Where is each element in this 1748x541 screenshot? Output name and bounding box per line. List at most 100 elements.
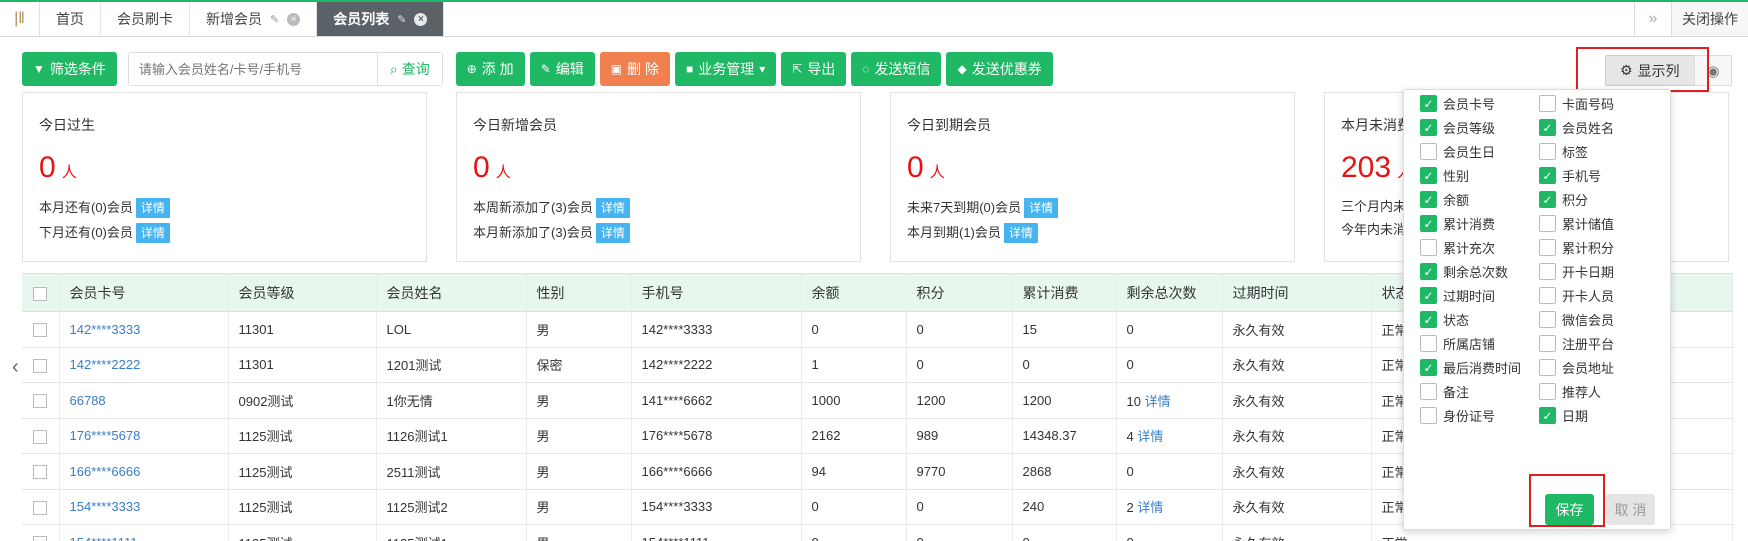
detail-link[interactable]: 详情 — [1137, 429, 1163, 444]
search-input[interactable] — [128, 53, 377, 85]
row-checkbox[interactable] — [22, 382, 60, 419]
column-option[interactable]: ✓ 最后消费时间 — [1420, 358, 1521, 377]
column-header[interactable]: 手机号 — [631, 273, 802, 312]
card-link[interactable]: 66788 — [70, 393, 106, 408]
column-header[interactable]: 剩余总次数 — [1116, 273, 1223, 312]
column-option[interactable]: 累计充次 — [1420, 238, 1495, 257]
send-sms-button[interactable]: ◌ 发送短信 — [851, 52, 942, 86]
column-header[interactable]: 会员姓名 — [376, 273, 527, 312]
menu-toggle-icon[interactable]: |‖ — [0, 2, 40, 36]
delete-button[interactable]: ▣ 删 除 — [599, 52, 670, 86]
checked-checkbox[interactable]: ✓ — [1420, 95, 1437, 112]
unchecked-checkbox[interactable] — [1539, 359, 1556, 376]
row-checkbox[interactable] — [22, 453, 60, 490]
column-option[interactable]: 微信会员 — [1539, 310, 1614, 329]
unchecked-checkbox[interactable] — [1420, 407, 1437, 424]
column-option[interactable]: ✓ 状态 — [1420, 310, 1469, 329]
unchecked-checkbox[interactable] — [1420, 239, 1437, 256]
checked-checkbox[interactable]: ✓ — [1420, 263, 1437, 280]
checked-checkbox[interactable]: ✓ — [1539, 167, 1556, 184]
column-option[interactable]: 标签 — [1539, 142, 1588, 161]
column-header[interactable]: 累计消费 — [1012, 273, 1117, 312]
detail-link[interactable]: 详情 — [1145, 394, 1171, 409]
unchecked-checkbox[interactable] — [1539, 335, 1556, 352]
column-option[interactable]: 累计积分 — [1539, 238, 1614, 257]
column-option[interactable]: 累计储值 — [1539, 214, 1614, 233]
column-header[interactable]: 过期时间 — [1222, 273, 1372, 312]
unchecked-checkbox[interactable] — [1539, 383, 1556, 400]
column-option[interactable]: ✓ 过期时间 — [1420, 286, 1495, 305]
close-operations-button[interactable]: 关闭操作 — [1671, 2, 1748, 36]
column-option[interactable]: ✓ 剩余总次数 — [1420, 262, 1508, 281]
checked-checkbox[interactable]: ✓ — [1539, 407, 1556, 424]
column-option[interactable]: ✓ 积分 — [1539, 190, 1588, 209]
scroll-right-icon[interactable]: » — [1634, 2, 1671, 36]
column-option[interactable]: 身份证号 — [1420, 406, 1495, 425]
column-option[interactable]: 注册平台 — [1539, 334, 1614, 353]
unchecked-checkbox[interactable] — [1539, 311, 1556, 328]
row-checkbox[interactable] — [22, 418, 60, 454]
column-option[interactable]: 开卡人员 — [1539, 286, 1614, 305]
export-button[interactable]: ⇱ 导出 — [781, 52, 847, 86]
unchecked-checkbox[interactable] — [1539, 263, 1556, 280]
column-option[interactable]: 会员地址 — [1539, 358, 1614, 377]
card-link[interactable]: 142****3333 — [70, 322, 141, 337]
column-option[interactable]: 推荐人 — [1539, 382, 1601, 401]
unchecked-checkbox[interactable] — [1420, 335, 1437, 352]
row-checkbox[interactable] — [22, 311, 60, 348]
column-option[interactable]: ✓ 日期 — [1539, 406, 1588, 425]
checked-checkbox[interactable]: ✓ — [1420, 119, 1437, 136]
unchecked-checkbox[interactable] — [1539, 95, 1556, 112]
cancel-button[interactable]: 取 消 — [1606, 494, 1655, 525]
unchecked-checkbox[interactable] — [1420, 383, 1437, 400]
query-button[interactable]: ⌕ 查询 — [376, 53, 442, 85]
column-header[interactable]: 会员卡号 — [59, 273, 229, 312]
pin-icon[interactable]: ✎ — [270, 13, 279, 26]
detail-badge[interactable]: 详情 — [595, 223, 630, 243]
row-checkbox[interactable] — [22, 489, 60, 525]
detail-badge[interactable]: 详情 — [1024, 198, 1059, 218]
row-checkbox[interactable] — [22, 524, 60, 541]
edit-button[interactable]: ✎ 编辑 — [529, 52, 595, 86]
column-option[interactable]: 备注 — [1420, 382, 1469, 401]
unchecked-checkbox[interactable] — [1420, 143, 1437, 160]
row-checkbox[interactable] — [22, 347, 60, 383]
checked-checkbox[interactable]: ✓ — [1420, 359, 1437, 376]
column-option[interactable]: ✓ 会员等级 — [1420, 118, 1495, 137]
column-header[interactable]: 性别 — [526, 273, 632, 312]
filter-button[interactable]: ▼ 筛选条件 — [22, 52, 117, 86]
column-header[interactable]: 会员等级 — [228, 273, 377, 312]
card-link[interactable]: 142****2222 — [70, 357, 141, 372]
chevron-left-icon[interactable]: ‹ — [12, 356, 19, 379]
column-option[interactable]: 会员生日 — [1420, 142, 1495, 161]
column-option[interactable]: ✓ 累计消费 — [1420, 214, 1495, 233]
column-header[interactable]: 积分 — [906, 273, 1013, 312]
checked-checkbox[interactable]: ✓ — [1539, 119, 1556, 136]
column-option[interactable]: ✓ 会员卡号 — [1420, 94, 1495, 113]
unchecked-checkbox[interactable] — [1539, 143, 1556, 160]
card-link[interactable]: 166****6666 — [70, 464, 141, 479]
checked-checkbox[interactable]: ✓ — [1420, 311, 1437, 328]
close-icon[interactable]: × — [287, 12, 301, 26]
checked-checkbox[interactable]: ✓ — [1420, 191, 1437, 208]
checked-checkbox[interactable]: ✓ — [1420, 287, 1437, 304]
unchecked-checkbox[interactable] — [1539, 287, 1556, 304]
checked-checkbox[interactable]: ✓ — [1420, 215, 1437, 232]
detail-badge[interactable]: 详情 — [1003, 223, 1038, 243]
detail-badge[interactable]: 详情 — [595, 198, 630, 218]
detail-link[interactable]: 详情 — [1137, 500, 1163, 515]
column-header[interactable]: 余额 — [801, 273, 907, 312]
detail-badge[interactable]: 详情 — [135, 198, 170, 218]
checked-checkbox[interactable]: ✓ — [1539, 191, 1556, 208]
pin-icon[interactable]: ✎ — [397, 13, 406, 26]
card-link[interactable]: 154****1111 — [70, 535, 138, 541]
card-link[interactable]: 176****5678 — [70, 428, 141, 443]
tab-home[interactable]: 首页 — [40, 2, 101, 36]
tab-member-list[interactable]: 会员列表 ✎ × — [317, 2, 445, 36]
card-link[interactable]: 154****3333 — [70, 499, 141, 514]
column-option[interactable]: 开卡日期 — [1539, 262, 1614, 281]
column-option[interactable]: ✓ 手机号 — [1539, 166, 1601, 185]
column-option[interactable]: 所属店铺 — [1420, 334, 1495, 353]
unchecked-checkbox[interactable] — [1539, 239, 1556, 256]
unchecked-checkbox[interactable] — [1539, 215, 1556, 232]
